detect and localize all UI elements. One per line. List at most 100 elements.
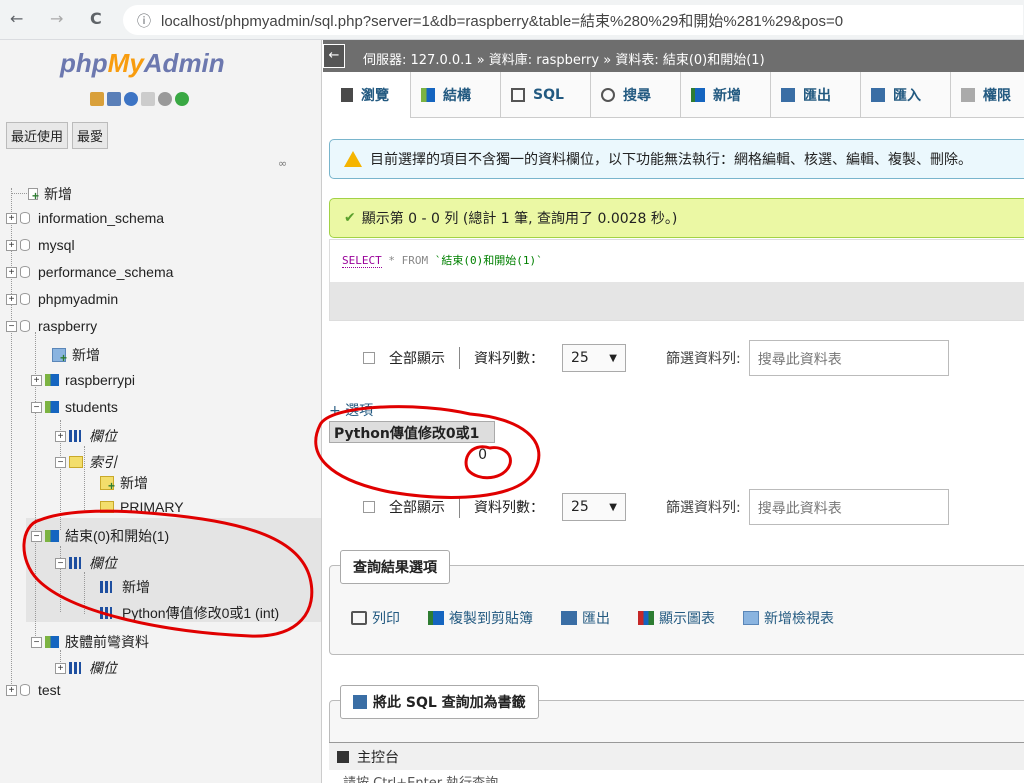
options-link[interactable]: + 選項: [329, 400, 373, 420]
expand-icon[interactable]: +: [6, 212, 17, 224]
tree-current-columns[interactable]: − 欄位: [55, 553, 117, 573]
tree-index-primary[interactable]: PRIMARY: [100, 499, 184, 515]
tree-db-raspberry[interactable]: − raspberry: [6, 318, 97, 334]
tree-column-new[interactable]: 新增: [100, 577, 150, 597]
breadcrumb-table[interactable]: 資料表: 結束(0)和開始(1): [615, 53, 764, 68]
expand-icon[interactable]: +: [31, 374, 42, 386]
phpmyadmin-logo[interactable]: phpMyAdmin: [60, 48, 225, 79]
show-all-checkbox[interactable]: [363, 352, 375, 364]
columns-label: 欄位: [89, 555, 117, 571]
docs-icon[interactable]: [141, 92, 155, 106]
url-text[interactable]: localhost/phpmyadmin/sql.php?server=1&db…: [161, 10, 843, 31]
tree-table-raspberrypi[interactable]: + raspberrypi: [31, 372, 135, 388]
collapse-icon[interactable]: −: [6, 320, 17, 332]
home-icon[interactable]: [90, 92, 104, 106]
console-label: 主控台: [357, 749, 399, 766]
bookmark-legend[interactable]: 將此 SQL 查詢加為書籤: [340, 685, 539, 719]
logout-icon[interactable]: [107, 92, 121, 106]
navigation-row-bottom: 全部顯示 資料列數： 25 ▼ 篩選資料列: 搜尋此資料表: [363, 489, 949, 525]
create-view-button[interactable]: 新增檢視表: [743, 608, 834, 628]
tab-insert[interactable]: 新增: [681, 72, 771, 118]
favorites-tab[interactable]: 最愛: [72, 122, 109, 149]
new-index-icon: [100, 476, 115, 493]
breadcrumb-server[interactable]: 伺服器: 127.0.0.1: [363, 53, 473, 68]
tree-students-columns[interactable]: + 欄位: [55, 426, 117, 446]
filter-input[interactable]: 搜尋此資料表: [748, 489, 949, 525]
rows-select[interactable]: 25 ▼: [562, 344, 626, 372]
expand-icon[interactable]: +: [55, 662, 66, 674]
expand-icon[interactable]: +: [55, 430, 66, 442]
back-arrow-icon[interactable]: ←: [10, 9, 23, 28]
info-icon[interactable]: ⓘ: [137, 11, 151, 31]
dropdown-arrow-icon: ▼: [609, 352, 617, 364]
show-all-label[interactable]: 全部顯示: [389, 497, 445, 517]
show-all-checkbox[interactable]: [363, 501, 375, 513]
reload-icon[interactable]: C: [90, 9, 102, 28]
tree-db-performance-schema[interactable]: + performance_schema: [6, 264, 173, 280]
tab-structure[interactable]: 結構: [411, 72, 501, 118]
success-text: 顯示第 0 - 0 列 (總計 1 筆, 查詢用了 0.0028 秒。): [361, 211, 678, 227]
show-all-label[interactable]: 全部顯示: [389, 348, 445, 368]
tree-new-db[interactable]: 新增: [28, 184, 72, 204]
console-bar[interactable]: 主控台: [329, 742, 1024, 770]
tree-column-python[interactable]: Python傳值修改0或1 (int): [100, 603, 279, 623]
copy-clipboard-button[interactable]: 複製到剪貼簿: [428, 608, 533, 628]
tab-search[interactable]: 搜尋: [591, 72, 681, 118]
recent-tab[interactable]: 最近使用: [6, 122, 69, 149]
help-icon[interactable]: [124, 92, 138, 106]
link-icon[interactable]: ∞: [278, 157, 287, 170]
collapse-icon[interactable]: −: [31, 530, 42, 542]
settings-icon[interactable]: [158, 92, 172, 106]
reload-nav-icon[interactable]: [175, 92, 189, 106]
collapse-panel-button[interactable]: ←: [323, 44, 345, 68]
collapse-icon[interactable]: −: [55, 557, 66, 569]
columns-icon: [69, 662, 81, 674]
tree-students-indexes[interactable]: − 索引: [55, 452, 117, 472]
expand-icon[interactable]: +: [6, 684, 17, 696]
filter-input[interactable]: 搜尋此資料表: [748, 340, 949, 376]
collapse-icon[interactable]: −: [31, 401, 42, 413]
column-icon: [100, 607, 112, 619]
new-column-icon: [100, 581, 112, 593]
collapse-icon[interactable]: −: [31, 636, 42, 648]
expand-icon[interactable]: +: [6, 293, 17, 305]
url-field[interactable]: ⓘ localhost/phpmyadmin/sql.php?server=1&…: [123, 5, 1023, 35]
print-button[interactable]: 列印: [351, 608, 400, 628]
tree-table-students[interactable]: − students: [31, 399, 118, 415]
breadcrumb: ← 伺服器: 127.0.0.1 » 資料庫: raspberry » 資料表:…: [323, 40, 1024, 72]
tree-db-test[interactable]: + test: [6, 682, 61, 698]
tab-export[interactable]: 匯出: [771, 72, 861, 118]
success-message: ✔ 顯示第 0 - 0 列 (總計 1 筆, 查詢用了 0.0028 秒。): [329, 198, 1024, 238]
rows-select[interactable]: 25 ▼: [562, 493, 626, 521]
tab-sql[interactable]: SQL: [501, 72, 591, 118]
sql-keyword[interactable]: SELECT: [342, 254, 382, 268]
sql-query[interactable]: SELECT * FROM `結束(0)和開始(1)`: [342, 252, 543, 268]
tree-db-mysql[interactable]: + mysql: [6, 237, 75, 253]
database-icon: [20, 320, 30, 332]
forward-arrow-icon[interactable]: →: [50, 9, 63, 28]
sql-query-box: SELECT * FROM `結束(0)和開始(1)`: [329, 239, 1024, 321]
tree-table-limb[interactable]: − 肢體前彎資料: [31, 632, 149, 652]
tab-privileges[interactable]: 權限: [951, 72, 1024, 118]
tree-index-new[interactable]: 新增: [100, 473, 148, 493]
display-chart-button[interactable]: 顯示圖表: [638, 608, 715, 628]
warning-icon: [344, 151, 362, 167]
expand-icon[interactable]: +: [6, 239, 17, 251]
index-label: PRIMARY: [120, 499, 184, 515]
tree-table-current[interactable]: − 結束(0)和開始(1): [31, 526, 169, 546]
query-operations: 列印 複製到剪貼簿 匯出 顯示圖表 新增檢視表: [351, 608, 834, 628]
tree-db-phpmyadmin[interactable]: + phpmyadmin: [6, 291, 118, 307]
result-cell[interactable]: 0: [329, 443, 495, 469]
db-label: performance_schema: [38, 264, 174, 280]
collapse-icon[interactable]: −: [55, 456, 66, 468]
tree-limb-columns[interactable]: + 欄位: [55, 658, 117, 678]
tree-raspberry-new[interactable]: 新增: [52, 345, 100, 365]
expand-icon[interactable]: +: [6, 266, 17, 278]
search-icon: [601, 88, 615, 102]
export-button[interactable]: 匯出: [561, 608, 610, 628]
result-column-header[interactable]: Python傳值修改0或1: [329, 421, 495, 443]
tab-import[interactable]: 匯入: [861, 72, 951, 118]
tree-db-information-schema[interactable]: + information_schema: [6, 210, 164, 226]
breadcrumb-db[interactable]: 資料庫: raspberry: [489, 53, 599, 68]
tab-browse[interactable]: 瀏覽: [323, 72, 411, 118]
